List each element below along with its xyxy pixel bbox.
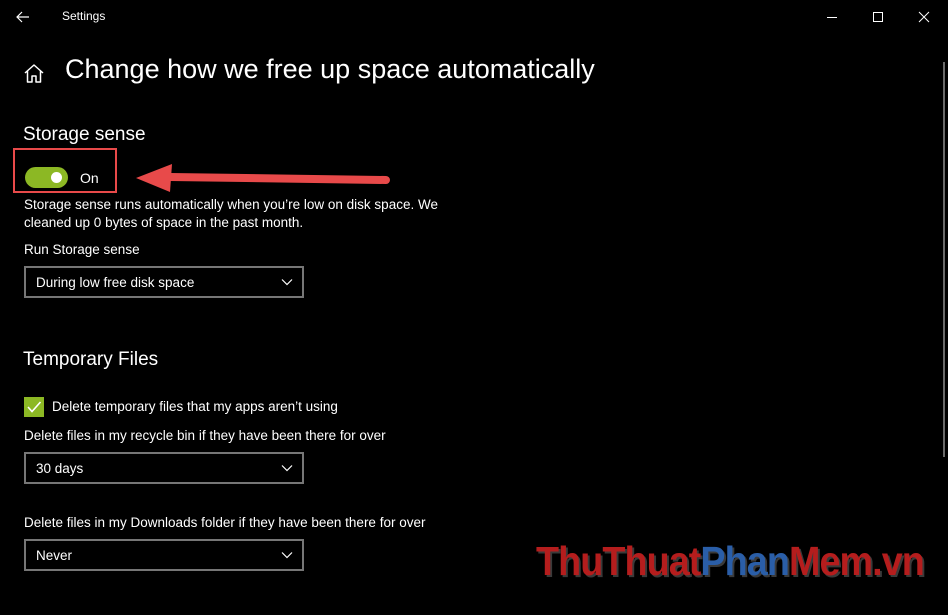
temporary-files-heading: Temporary Files [23, 349, 159, 370]
recycle-bin-dropdown[interactable]: 30 days [24, 452, 304, 484]
delete-temp-files-checkbox[interactable] [24, 397, 44, 417]
run-storage-sense-dropdown[interactable]: During low free disk space [24, 266, 304, 298]
storage-sense-heading: Storage sense [23, 124, 146, 145]
storage-sense-toggle[interactable] [25, 167, 68, 188]
title-bar: Settings [0, 0, 948, 33]
toggle-state-label: On [80, 170, 99, 186]
chevron-down-icon [281, 279, 293, 286]
run-storage-sense-label: Run Storage sense [24, 242, 140, 257]
maximize-button[interactable] [855, 0, 901, 33]
dropdown-value: Never [36, 548, 73, 563]
minimize-icon [827, 16, 837, 18]
red-arrow-icon [136, 164, 390, 192]
app-title: Settings [62, 9, 106, 23]
dropdown-value: During low free disk space [36, 275, 195, 290]
chevron-down-icon [281, 465, 293, 472]
minimize-button[interactable] [809, 0, 855, 33]
downloads-label: Delete files in my Downloads folder if t… [24, 515, 426, 530]
delete-temp-files-label: Delete temporary files that my apps aren… [52, 399, 338, 414]
page-title: Change how we free up space automaticall… [65, 54, 595, 84]
watermark: ThuThuatPhanMem.vn [536, 538, 925, 585]
watermark-part: .vn [872, 538, 925, 584]
scrollbar[interactable] [943, 62, 945, 457]
recycle-bin-label: Delete files in my recycle bin if they h… [24, 428, 386, 443]
settings-window: Settings Change how we free up space aut… [0, 0, 948, 615]
watermark-part: Mem [788, 538, 873, 584]
toggle-knob [51, 172, 62, 183]
watermark-part: Thuat [602, 538, 701, 584]
downloads-dropdown[interactable]: Never [24, 539, 304, 571]
back-arrow-icon [16, 11, 29, 22]
checkmark-icon [27, 401, 42, 413]
storage-sense-description-line1: Storage sense runs automatically when yo… [24, 197, 438, 212]
watermark-part: Phan [700, 538, 789, 584]
close-button[interactable] [901, 0, 947, 33]
home-icon[interactable] [22, 62, 46, 86]
watermark-part: Thu [536, 538, 603, 584]
maximize-icon [873, 11, 883, 22]
chevron-down-icon [281, 552, 293, 559]
storage-sense-description-line2: cleaned up 0 bytes of space in the past … [24, 215, 304, 230]
back-button[interactable] [0, 0, 46, 33]
close-icon [918, 11, 930, 22]
dropdown-value: 30 days [36, 461, 84, 476]
